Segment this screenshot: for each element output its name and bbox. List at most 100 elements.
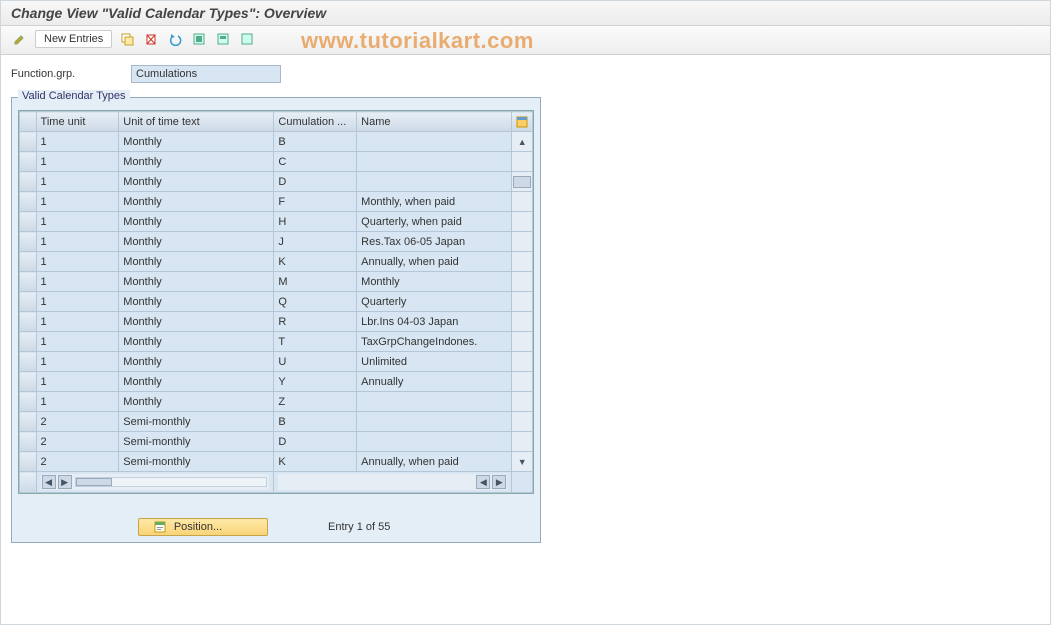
h-scroll-track[interactable] xyxy=(75,477,268,487)
cell-tu[interactable]: 1 xyxy=(36,352,119,372)
cell-tu[interactable]: 1 xyxy=(36,132,119,152)
cell-ut[interactable]: Monthly xyxy=(119,352,274,372)
cell-nm[interactable]: Monthly, when paid xyxy=(357,192,512,212)
cell-cu[interactable]: Z xyxy=(274,392,357,412)
cell-cu[interactable]: T xyxy=(274,332,357,352)
cell-tu[interactable]: 1 xyxy=(36,272,119,292)
cell-ut[interactable]: Semi-monthly xyxy=(119,412,274,432)
row-selector[interactable] xyxy=(20,432,37,452)
cell-tu[interactable]: 1 xyxy=(36,252,119,272)
cell-nm[interactable]: Annually xyxy=(357,372,512,392)
function-group-input[interactable] xyxy=(131,65,281,83)
cell-ut[interactable]: Monthly xyxy=(119,192,274,212)
cell-cu[interactable]: K xyxy=(274,252,357,272)
toggle-display-change-icon[interactable] xyxy=(11,30,29,48)
cell-nm[interactable] xyxy=(357,132,512,152)
cell-tu[interactable]: 1 xyxy=(36,192,119,212)
cell-tu[interactable]: 1 xyxy=(36,152,119,172)
row-selector[interactable] xyxy=(20,292,37,312)
col-name[interactable]: Name xyxy=(357,112,512,132)
cell-nm[interactable]: Monthly xyxy=(357,272,512,292)
cell-tu[interactable]: 1 xyxy=(36,232,119,252)
cell-nm[interactable] xyxy=(357,172,512,192)
row-selector[interactable] xyxy=(20,372,37,392)
cell-tu[interactable]: 2 xyxy=(36,452,119,472)
cell-nm[interactable]: Annually, when paid xyxy=(357,252,512,272)
scroll-left-start-icon[interactable]: ◀ xyxy=(42,475,56,489)
cell-cu[interactable]: B xyxy=(274,412,357,432)
cell-cu[interactable]: D xyxy=(274,172,357,192)
select-all-column[interactable] xyxy=(20,112,37,132)
cell-tu[interactable]: 1 xyxy=(36,172,119,192)
cell-ut[interactable]: Monthly xyxy=(119,332,274,352)
scroll-right-end-icon[interactable]: ▶ xyxy=(492,475,506,489)
row-selector[interactable] xyxy=(20,132,37,152)
cell-cu[interactable]: H xyxy=(274,212,357,232)
row-selector[interactable] xyxy=(20,312,37,332)
cell-cu[interactable]: K xyxy=(274,452,357,472)
cell-nm[interactable] xyxy=(357,412,512,432)
cell-ut[interactable]: Monthly xyxy=(119,292,274,312)
cell-ut[interactable]: Monthly xyxy=(119,132,274,152)
cell-nm[interactable]: Res.Tax 06-05 Japan xyxy=(357,232,512,252)
row-selector[interactable] xyxy=(20,352,37,372)
scroll-down-icon[interactable]: ▼ xyxy=(512,452,533,472)
cell-cu[interactable]: D xyxy=(274,432,357,452)
scroll-up-icon[interactable]: ▲ xyxy=(512,132,533,152)
cell-cu[interactable]: R xyxy=(274,312,357,332)
cell-nm[interactable]: Lbr.Ins 04-03 Japan xyxy=(357,312,512,332)
undo-icon[interactable] xyxy=(166,30,184,48)
cell-tu[interactable]: 1 xyxy=(36,372,119,392)
cell-ut[interactable]: Monthly xyxy=(119,152,274,172)
cell-cu[interactable]: Q xyxy=(274,292,357,312)
cell-ut[interactable]: Semi-monthly xyxy=(119,432,274,452)
cell-ut[interactable]: Monthly xyxy=(119,372,274,392)
cell-cu[interactable]: F xyxy=(274,192,357,212)
row-selector[interactable] xyxy=(20,192,37,212)
cell-tu[interactable]: 1 xyxy=(36,332,119,352)
deselect-all-icon[interactable] xyxy=(238,30,256,48)
row-selector[interactable] xyxy=(20,212,37,232)
cell-ut[interactable]: Monthly xyxy=(119,232,274,252)
cell-tu[interactable]: 1 xyxy=(36,212,119,232)
cell-cu[interactable]: M xyxy=(274,272,357,292)
row-selector[interactable] xyxy=(20,392,37,412)
cell-nm[interactable]: Quarterly, when paid xyxy=(357,212,512,232)
table-settings-icon[interactable] xyxy=(512,112,533,132)
cell-tu[interactable]: 2 xyxy=(36,432,119,452)
select-all-icon[interactable] xyxy=(190,30,208,48)
cell-nm[interactable]: Unlimited xyxy=(357,352,512,372)
col-cumulation[interactable]: Cumulation ... xyxy=(274,112,357,132)
cell-cu[interactable]: U xyxy=(274,352,357,372)
cell-ut[interactable]: Monthly xyxy=(119,312,274,332)
col-time-unit[interactable]: Time unit xyxy=(36,112,119,132)
cell-cu[interactable]: Y xyxy=(274,372,357,392)
row-selector[interactable] xyxy=(20,252,37,272)
cell-nm[interactable] xyxy=(357,432,512,452)
cell-tu[interactable]: 1 xyxy=(36,392,119,412)
cell-ut[interactable]: Monthly xyxy=(119,392,274,412)
cell-ut[interactable]: Semi-monthly xyxy=(119,452,274,472)
cell-ut[interactable]: Monthly xyxy=(119,172,274,192)
cell-cu[interactable]: J xyxy=(274,232,357,252)
cell-tu[interactable]: 1 xyxy=(36,312,119,332)
row-selector[interactable] xyxy=(20,232,37,252)
row-selector[interactable] xyxy=(20,272,37,292)
cell-cu[interactable]: C xyxy=(274,152,357,172)
col-unit-text[interactable]: Unit of time text xyxy=(119,112,274,132)
cell-tu[interactable]: 1 xyxy=(36,292,119,312)
cell-nm[interactable]: Annually, when paid xyxy=(357,452,512,472)
scroll-thumb[interactable] xyxy=(512,172,533,192)
cell-cu[interactable]: B xyxy=(274,132,357,152)
cell-nm[interactable]: TaxGrpChangeIndones. xyxy=(357,332,512,352)
scroll-left-icon[interactable]: ▶ xyxy=(58,475,72,489)
scroll-right-icon[interactable]: ◀ xyxy=(476,475,490,489)
row-selector[interactable] xyxy=(20,412,37,432)
cell-nm[interactable] xyxy=(357,392,512,412)
row-selector[interactable] xyxy=(20,152,37,172)
cell-nm[interactable]: Quarterly xyxy=(357,292,512,312)
cell-nm[interactable] xyxy=(357,152,512,172)
select-block-icon[interactable] xyxy=(214,30,232,48)
row-selector[interactable] xyxy=(20,172,37,192)
new-entries-button[interactable]: New Entries xyxy=(35,30,112,48)
